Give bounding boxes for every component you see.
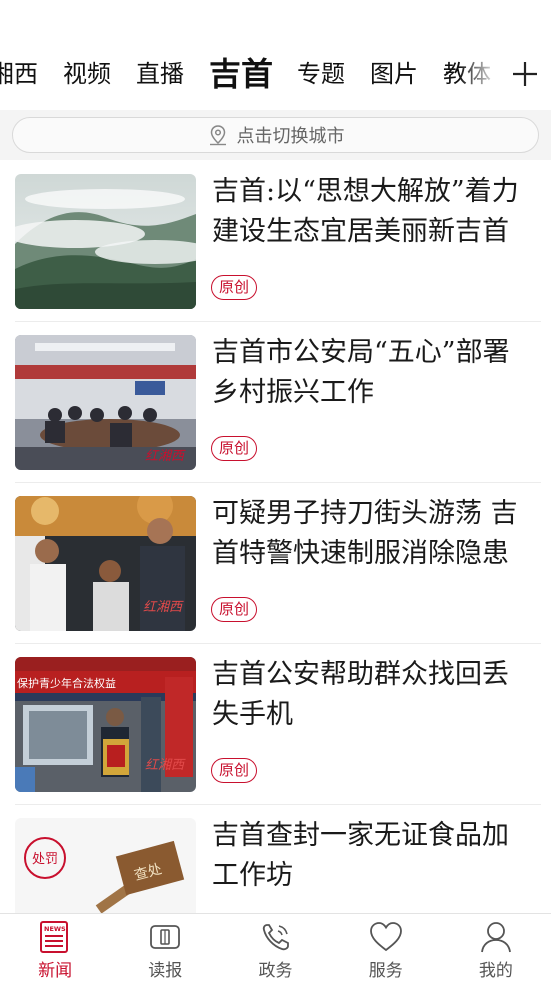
nav-news-label: 新闻 bbox=[38, 961, 73, 981]
news-item[interactable]: 吉首:以“思想大解放”着力建设生态宜居美丽新吉首 原创 bbox=[15, 160, 541, 320]
news-item[interactable]: 红湘西 可疑男子持刀街头游荡 吉首特警快速制服消除隐患 原创 bbox=[15, 482, 541, 642]
nav-service-label: 服务 bbox=[368, 961, 403, 981]
news-title: 吉首市公安局“五心”部署乡村振兴工作 bbox=[212, 337, 510, 408]
bottom-navigation: NEWS 新闻 读报 政务 服务 我的 bbox=[0, 913, 551, 981]
news-title: 吉首:以“思想大解放”着力建设生态宜居美丽新吉首 bbox=[212, 176, 519, 247]
thumb-watermark: 红湘西 bbox=[143, 600, 184, 615]
news-item[interactable]: 处罚 查处 吉首查封一家无证食品加工作坊 bbox=[15, 804, 541, 913]
nav-profile-label: 我的 bbox=[478, 961, 513, 981]
tab-video[interactable]: 视频 bbox=[63, 52, 111, 96]
tab-jishou[interactable]: 吉首 bbox=[209, 52, 273, 96]
news-icon: NEWS bbox=[38, 920, 72, 954]
news-title: 可疑男子持刀街头游荡 吉首特警快速制服消除隐患 bbox=[212, 498, 518, 569]
news-item[interactable]: 红湘西 吉首市公安局“五心”部署乡村振兴工作 原创 bbox=[15, 321, 541, 481]
thumb-banner-text: 保护青少年合法权益 bbox=[17, 676, 116, 690]
phone-icon bbox=[259, 920, 293, 954]
news-title: 吉首公安帮助群众找回丢失手机 bbox=[212, 659, 509, 730]
news-icon-text: NEWS bbox=[44, 925, 66, 933]
thumb-watermark: 红湘西 bbox=[145, 758, 186, 773]
newspaper-icon bbox=[148, 920, 182, 954]
tab-pictures[interactable]: 图片 bbox=[370, 52, 418, 96]
city-switch-area: 点击切换城市 bbox=[0, 110, 551, 160]
original-badge: 原创 bbox=[211, 275, 258, 300]
tabs-fade-overlay bbox=[459, 50, 499, 100]
news-thumbnail: 红湘西 bbox=[15, 335, 196, 470]
tab-xiangxi[interactable]: 湘西 bbox=[0, 52, 38, 96]
thumb-stamp-text: 处罚 bbox=[32, 852, 58, 867]
news-thumbnail: 保护青少年合法权益 红湘西 bbox=[15, 657, 196, 792]
heart-icon bbox=[368, 920, 404, 954]
tab-topics[interactable]: 专题 bbox=[297, 52, 345, 96]
city-switch-label: 点击切换城市 bbox=[236, 126, 345, 147]
add-channel-button[interactable] bbox=[499, 52, 551, 96]
news-thumbnail: 处罚 查处 bbox=[15, 818, 196, 913]
original-badge: 原创 bbox=[211, 758, 258, 783]
nav-newspaper-label: 读报 bbox=[148, 961, 183, 981]
news-title: 吉首查封一家无证食品加工作坊 bbox=[212, 820, 509, 891]
nav-government[interactable]: 政务 bbox=[220, 914, 330, 981]
nav-news[interactable]: NEWS 新闻 bbox=[0, 914, 110, 981]
location-pin-icon bbox=[207, 124, 229, 146]
tab-live[interactable]: 直播 bbox=[136, 52, 184, 96]
channel-tabs: 湘西 视频 直播 吉首 专题 图片 教体 bbox=[0, 0, 551, 110]
news-list: 吉首:以“思想大解放”着力建设生态宜居美丽新吉首 原创 红湘西 吉首市公安局“五… bbox=[0, 160, 551, 913]
city-switch-button[interactable]: 点击切换城市 bbox=[12, 117, 539, 153]
news-thumbnail: 红湘西 bbox=[15, 496, 196, 631]
nav-newspaper[interactable]: 读报 bbox=[110, 914, 220, 981]
user-icon bbox=[479, 920, 513, 954]
thumb-watermark: 红湘西 bbox=[145, 449, 186, 464]
nav-service[interactable]: 服务 bbox=[331, 914, 441, 981]
news-thumbnail bbox=[15, 174, 196, 309]
original-badge: 原创 bbox=[211, 436, 258, 461]
nav-profile[interactable]: 我的 bbox=[441, 914, 551, 981]
plus-icon bbox=[513, 62, 537, 86]
news-item[interactable]: 保护青少年合法权益 红湘西 吉首公安帮助群众找回丢失手机 原创 bbox=[15, 643, 541, 803]
original-badge: 原创 bbox=[211, 597, 258, 622]
nav-government-label: 政务 bbox=[258, 961, 293, 981]
channel-tabs-row: 湘西 视频 直播 吉首 专题 图片 教体 bbox=[0, 52, 516, 96]
